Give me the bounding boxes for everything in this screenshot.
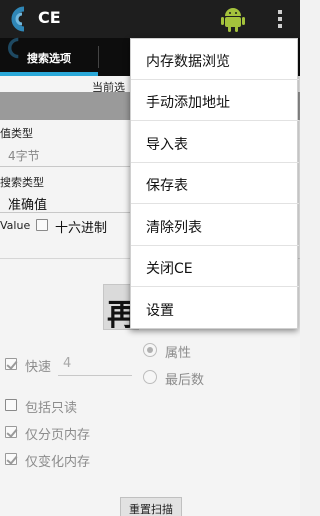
menu-item-label: 手动添加地址: [146, 95, 230, 111]
reset-scan-button[interactable]: 重置扫描: [120, 497, 182, 516]
hex-label: 十六进制: [55, 221, 108, 236]
app-title: CE: [38, 8, 61, 27]
include-readonly-label: 包括只读: [25, 401, 78, 416]
search-type-underline: [0, 212, 130, 213]
fast-scan-alignment-input[interactable]: 4: [63, 356, 71, 371]
overflow-menu: 内存数据浏览 手动添加地址 导入表 保存表 清除列表 关闭CE 设置: [130, 38, 299, 329]
app-screen: CE 搜索选项 当前选 值类型 4字节 搜索类型 准确值 Value 十六进制 …: [0, 0, 300, 516]
fast-scan-label: 快速: [25, 360, 52, 375]
hex-checkbox[interactable]: [36, 219, 48, 231]
menu-item-label: 设置: [146, 303, 174, 319]
menu-item-label: 导入表: [146, 137, 188, 153]
tab-divider: [98, 46, 99, 68]
search-type-label: 搜索类型: [0, 176, 44, 189]
alignment-attribute-label: 属性: [165, 346, 192, 361]
value-label: Value: [0, 219, 31, 232]
menu-item-label: 关闭CE: [146, 261, 193, 277]
include-readonly-checkbox[interactable]: [5, 399, 17, 411]
menu-item-label: 保存表: [146, 178, 188, 194]
menu-item-close-ce[interactable]: 关闭CE: [131, 246, 299, 287]
menu-item-label: 内存数据浏览: [146, 54, 230, 70]
last-digit-label: 最后数: [165, 373, 205, 388]
fast-scan-input-underline: [58, 375, 132, 376]
menu-item-add-address[interactable]: 手动添加地址: [131, 80, 299, 121]
changed-memory-label: 仅变化内存: [25, 455, 91, 470]
value-type-select[interactable]: 4字节: [8, 147, 40, 164]
action-bar: CE: [0, 0, 300, 38]
search-type-select[interactable]: 准确值: [8, 194, 47, 213]
alignment-attribute-radio[interactable]: [143, 343, 157, 357]
menu-item-memory-view[interactable]: 内存数据浏览: [131, 39, 299, 80]
overflow-menu-icon[interactable]: [275, 9, 285, 29]
ce-logo-icon[interactable]: [6, 5, 32, 33]
ce-logo-icon: [8, 37, 19, 59]
menu-item-label: 清除列表: [146, 220, 202, 236]
menu-item-clear-list[interactable]: 清除列表: [131, 205, 299, 246]
fast-scan-checkbox[interactable]: [5, 358, 17, 370]
menu-item-settings[interactable]: 设置: [131, 288, 299, 329]
value-type-underline: [0, 166, 130, 167]
last-digit-radio[interactable]: [143, 370, 157, 384]
changed-memory-checkbox[interactable]: [5, 453, 17, 465]
android-icon[interactable]: [221, 5, 245, 32]
value-type-label: 值类型: [0, 127, 33, 140]
menu-item-import-table[interactable]: 导入表: [131, 122, 299, 163]
tab-selected-indicator: [0, 72, 98, 76]
paged-memory-label: 仅分页内存: [25, 428, 91, 443]
paged-memory-checkbox[interactable]: [5, 426, 17, 438]
menu-item-save-table[interactable]: 保存表: [131, 163, 299, 204]
